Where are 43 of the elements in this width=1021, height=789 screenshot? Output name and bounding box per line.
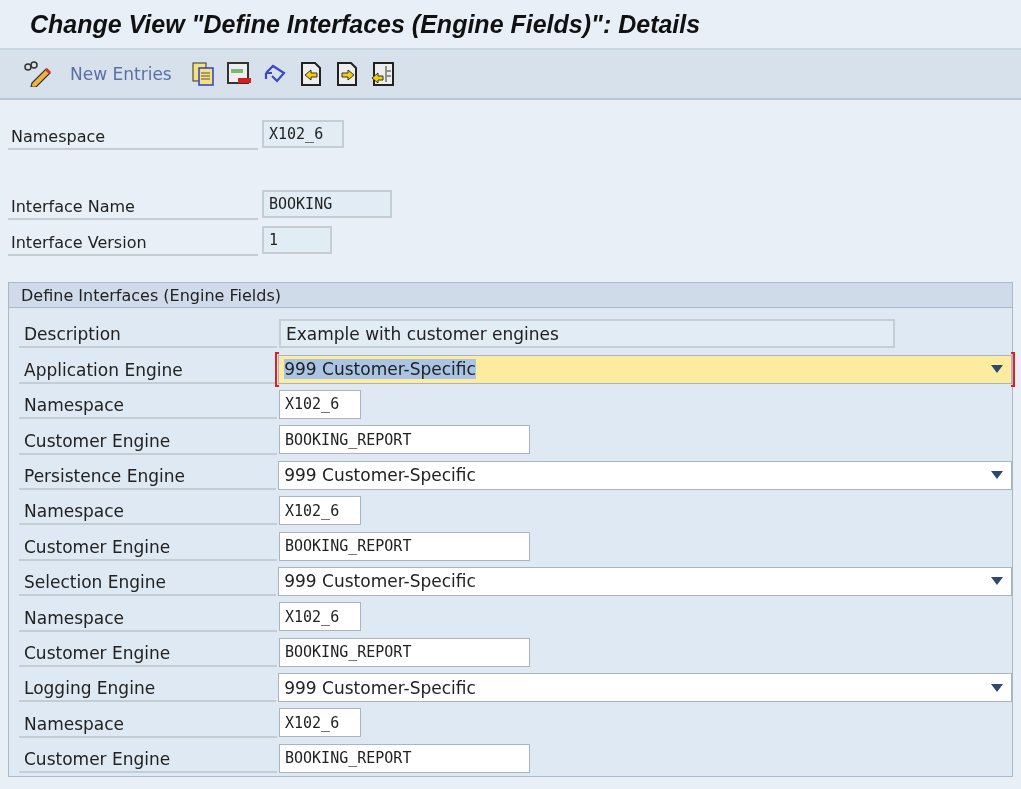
pencil-glasses-icon[interactable] (22, 61, 52, 87)
dropdown-field[interactable]: 999 Customer-Specific (278, 354, 1012, 384)
field-label: Namespace (19, 713, 277, 738)
field-label: Namespace (8, 127, 258, 150)
field-label: Namespace (19, 607, 277, 632)
display-field: Example with customer engines (279, 319, 895, 349)
field-label: Customer Engine (19, 749, 277, 774)
field-label: Selection Engine (19, 572, 277, 597)
field-label: Customer Engine (19, 430, 277, 455)
delete-row-icon[interactable] (225, 61, 252, 87)
field-label: Logging Engine (19, 678, 277, 703)
dropdown-field[interactable]: 999 Customer-Specific (278, 566, 1012, 596)
input-field[interactable]: X102_6 (279, 602, 361, 632)
field-label: Customer Engine (19, 642, 277, 667)
caret-icon[interactable] (991, 471, 1003, 480)
field-label: Application Engine (19, 359, 277, 384)
caret-icon[interactable] (991, 577, 1003, 586)
dropdown-field[interactable]: 999 Customer-Specific (278, 460, 1012, 490)
field-label: Namespace (19, 395, 277, 420)
field-label: Description (19, 324, 277, 349)
input-field[interactable]: X102_6 (279, 496, 361, 526)
field-label: Interface Name (8, 197, 258, 220)
window-title: Change View "Define Interfaces (Engine Fields)": Details (30, 9, 701, 39)
dropdown-field[interactable]: 999 Customer-Specific (278, 673, 1012, 703)
new-entries-button[interactable]: New Entries (70, 64, 180, 84)
display-field: 1 (262, 226, 332, 254)
input-field[interactable]: BOOKING_REPORT (279, 637, 530, 667)
field-label: Namespace (19, 501, 277, 526)
field-label: Interface Version (8, 233, 258, 256)
other-entry-icon[interactable] (369, 61, 396, 87)
field-label: Persistence Engine (19, 465, 277, 490)
input-field[interactable]: X102_6 (279, 708, 361, 738)
display-field: BOOKING (262, 190, 392, 218)
field-label: Customer Engine (19, 536, 277, 561)
input-field[interactable]: BOOKING_REPORT (279, 531, 530, 561)
caret-icon[interactable] (991, 683, 1003, 692)
input-field[interactable]: BOOKING_REPORT (279, 425, 530, 455)
group-title: Define Interfaces (Engine Fields) (9, 283, 1012, 308)
display-field: X102_6 (262, 120, 344, 148)
input-field[interactable]: X102_6 (279, 389, 361, 419)
caret-icon[interactable] (991, 365, 1003, 374)
copy-icon[interactable] (189, 61, 216, 87)
input-field[interactable]: BOOKING_REPORT (279, 743, 530, 773)
